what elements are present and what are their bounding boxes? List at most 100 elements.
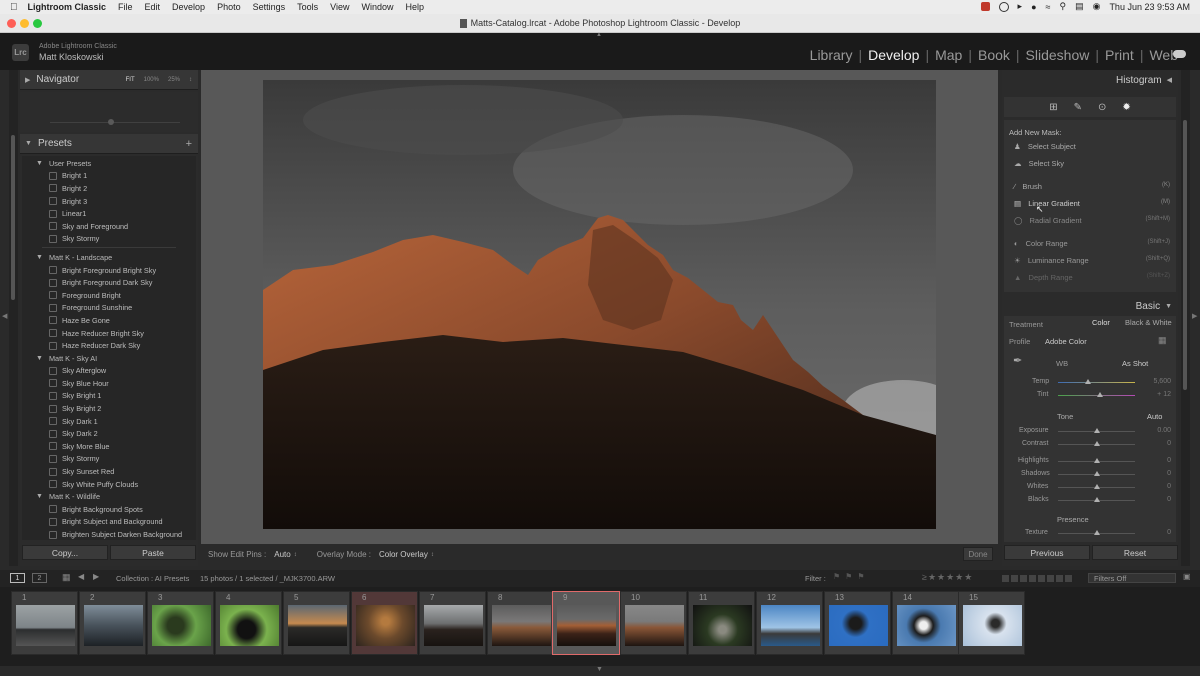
play-icon[interactable]: ▸ — [1018, 1, 1023, 12]
presets-header[interactable]: ▼ Presets + — [20, 134, 198, 154]
rating-filter-stars[interactable]: ≥★★★★★ — [922, 572, 973, 583]
collapse-bottom-arrow[interactable]: ▼ — [596, 666, 603, 673]
filmstrip-thumbnail[interactable]: 3 — [147, 591, 214, 655]
histogram-header[interactable]: Histogram ◀ — [1002, 70, 1178, 90]
menu-window[interactable]: Window — [362, 2, 394, 12]
filter-flags-icon[interactable]: ⚑⚑⚑ — [833, 572, 870, 581]
preset-group-sky-ai[interactable]: ▼ Matt K - Sky AI — [22, 352, 196, 365]
wifi-icon[interactable]: ≈ — [1046, 2, 1051, 12]
menu-view[interactable]: View — [330, 2, 349, 12]
shadows-slider-knob[interactable] — [1094, 471, 1100, 476]
preset-item[interactable]: Sky Stormy — [22, 233, 196, 246]
back-arrow-icon[interactable]: ◀ — [78, 572, 84, 581]
menu-tools[interactable]: Tools — [297, 2, 318, 12]
done-button[interactable]: Done — [963, 547, 993, 561]
control-center-icon[interactable]: ▤ — [1075, 1, 1084, 12]
tint-value[interactable]: + 12 — [1157, 391, 1171, 398]
module-library[interactable]: Library — [810, 47, 853, 63]
module-book[interactable]: Book — [978, 47, 1010, 63]
preset-item[interactable]: Sky and Foreground — [22, 220, 196, 233]
profile-browser-icon[interactable]: ▦ — [1158, 335, 1167, 346]
filmstrip-thumbnail[interactable]: 5 — [283, 591, 350, 655]
menu-edit[interactable]: Edit — [145, 2, 161, 12]
menu-develop[interactable]: Develop — [172, 2, 205, 12]
red-eye-tool-icon[interactable]: ⊙ — [1098, 102, 1106, 113]
healing-tool-icon[interactable]: ✎ — [1074, 102, 1082, 113]
color-label-filter[interactable] — [1002, 575, 1074, 582]
filters-off-select[interactable]: Filters Off — [1088, 573, 1176, 583]
mask-select-subject[interactable]: ♟ Select Subject — [1014, 142, 1174, 151]
creative-cloud-icon[interactable] — [998, 1, 1009, 12]
tint-slider-knob[interactable] — [1097, 392, 1103, 397]
search-icon[interactable]: ⚲ — [1059, 1, 1066, 12]
collapse-top-arrow[interactable]: ▲ — [596, 32, 602, 38]
apple-icon[interactable]:  — [10, 2, 18, 13]
preset-item[interactable]: Sky Dark 1 — [22, 415, 196, 428]
menu-photo[interactable]: Photo — [217, 2, 241, 12]
preset-item[interactable]: Haze Reducer Bright Sky — [22, 327, 196, 340]
filter-lock-icon[interactable]: ▣ — [1183, 572, 1191, 581]
module-develop[interactable]: Develop — [868, 47, 919, 63]
filmstrip-thumbnail-selected[interactable]: 9 — [552, 591, 620, 655]
treatment-color[interactable]: Color — [1092, 318, 1110, 327]
preset-item[interactable]: Bright 2 — [22, 182, 196, 195]
show-edit-pins-select[interactable]: Auto — [274, 550, 290, 559]
forward-arrow-icon[interactable]: ▶ — [93, 572, 99, 581]
zoom-100[interactable]: 100% — [144, 77, 159, 83]
right-panel-collapse-arrow[interactable]: ▶ — [1192, 312, 1197, 320]
shadows-value[interactable]: 0 — [1167, 470, 1171, 477]
blacks-value[interactable]: 0 — [1167, 496, 1171, 503]
navigator-header[interactable]: ▶ Navigator FIT 100% 25% ↕ — [20, 70, 198, 90]
previous-button[interactable]: Previous — [1004, 545, 1090, 560]
collection-source[interactable]: Collection : AI Presets — [116, 574, 189, 583]
preset-item[interactable]: Brighten Subject Darken Background — [22, 528, 196, 540]
preset-item[interactable]: Bright 3 — [22, 195, 196, 208]
preset-item[interactable]: Sky More Blue — [22, 440, 196, 453]
grid-view-icon[interactable]: ▦ — [62, 572, 71, 583]
secondary-window-button[interactable]: 2 — [32, 573, 47, 583]
cloud-sync-icon[interactable] — [1173, 50, 1186, 58]
temp-slider-track[interactable] — [1058, 382, 1135, 383]
highlights-slider-knob[interactable] — [1094, 458, 1100, 463]
menubar-clock[interactable]: Thu Jun 23 9:53 AM — [1109, 2, 1190, 12]
preset-item[interactable]: Haze Be Gone — [22, 314, 196, 327]
main-photo[interactable] — [263, 80, 936, 529]
mask-select-sky[interactable]: ☁ Select Sky — [1014, 159, 1174, 168]
preset-item[interactable]: Sky Dark 2 — [22, 427, 196, 440]
crop-tool-icon[interactable]: ⊞ — [1049, 102, 1057, 113]
preset-group-wildlife[interactable]: ▼ Matt K - Wildlife — [22, 490, 196, 503]
temp-slider-knob[interactable] — [1085, 379, 1091, 384]
masking-tool-icon[interactable]: ✹ — [1122, 102, 1130, 113]
exposure-slider-knob[interactable] — [1094, 428, 1100, 433]
module-slideshow[interactable]: Slideshow — [1026, 47, 1090, 63]
texture-value[interactable]: 0 — [1167, 529, 1171, 536]
preset-group-user[interactable]: ▼ User Presets — [22, 157, 196, 170]
photo-count[interactable]: 15 photos / 1 selected / _MJK3700.ARW — [200, 574, 335, 583]
whites-slider-knob[interactable] — [1094, 484, 1100, 489]
whites-value[interactable]: 0 — [1167, 483, 1171, 490]
preset-item[interactable]: Bright Subject and Background — [22, 516, 196, 529]
preset-item[interactable]: Sky Afterglow — [22, 365, 196, 378]
wb-select[interactable]: As Shot — [1122, 359, 1148, 368]
right-panel-scrollbar[interactable] — [1183, 120, 1187, 390]
filmstrip-thumbnail[interactable]: 12 — [756, 591, 823, 655]
zoom-fit[interactable]: FIT — [126, 77, 135, 83]
filmstrip-thumbnail[interactable]: 7 — [419, 591, 486, 655]
filmstrip-thumbnail[interactable]: 4 — [215, 591, 282, 655]
menu-app-name[interactable]: Lightroom Classic — [28, 2, 107, 12]
texture-slider-knob[interactable] — [1094, 530, 1100, 535]
module-print[interactable]: Print — [1105, 47, 1134, 63]
add-preset-icon[interactable]: + — [186, 138, 192, 150]
paste-button[interactable]: Paste — [110, 545, 196, 560]
mask-color-range[interactable]: ◐ Color Range (Shift+J) — [1014, 239, 1174, 248]
filmstrip-thumbnail[interactable]: 6 — [351, 591, 418, 655]
preset-item[interactable]: Sky Bright 1 — [22, 390, 196, 403]
temp-value[interactable]: 5,600 — [1153, 378, 1171, 385]
record-icon[interactable]: ● — [1031, 2, 1036, 12]
contrast-value[interactable]: 0 — [1167, 440, 1171, 447]
filmstrip-thumbnail[interactable]: 14 — [892, 591, 959, 655]
app-status-icon[interactable] — [980, 2, 990, 11]
module-map[interactable]: Map — [935, 47, 962, 63]
preset-item[interactable]: Sky Sunset Red — [22, 465, 196, 478]
menu-file[interactable]: File — [118, 2, 133, 12]
